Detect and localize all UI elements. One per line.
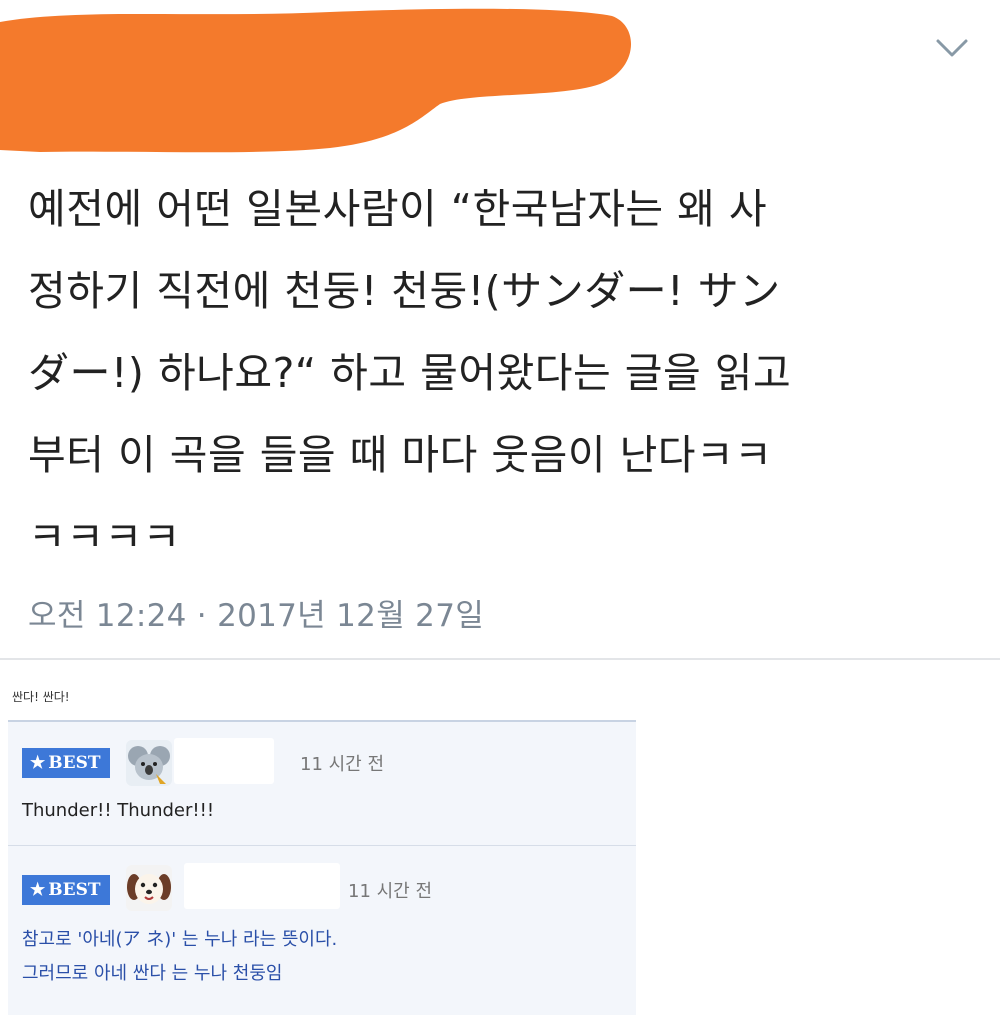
best-badge: ★ BEST <box>22 875 110 905</box>
redaction-scribble <box>0 8 632 153</box>
star-icon: ★ <box>30 753 46 773</box>
best-badge-label: BEST <box>48 753 101 773</box>
star-icon: ★ <box>30 880 46 900</box>
best-badge-label: BEST <box>48 880 101 900</box>
tweet-line: ダー!) 하나요?“ 하고 물어왔다는 글을 읽고 <box>28 349 792 397</box>
comment-item: ★ BEST 11 시간 전 Thunder!! Thunder!!! <box>8 722 636 846</box>
comment-item: ★ BEST 11 시간 전 참고로 '아네(ア ネ)' 는 누나 라는 뜻이다. <box>8 847 636 1015</box>
chevron-down-icon[interactable] <box>932 36 972 60</box>
tweet-card: 예전에 어떤 일본사람이 “한국남자는 왜 사 정하기 직전에 천둥! 천둥!(… <box>0 0 1000 660</box>
tweet-line: 부터 이 곡을 들을 때 마다 웃음이 난다ㅋㅋ <box>28 431 773 479</box>
avatar[interactable] <box>126 865 172 911</box>
comments-caption: 싼다! 싼다! <box>12 690 70 704</box>
comment-line: Thunder!! Thunder!!! <box>22 800 215 821</box>
comment-text: 참고로 '아네(ア ネ)' 는 누나 라는 뜻이다. 그러므로 아네 싼다 는 … <box>22 923 337 991</box>
username-redacted <box>174 738 274 784</box>
comment-time: 11 시간 전 <box>348 881 433 902</box>
comment-text: Thunder!! Thunder!!! <box>22 794 214 828</box>
username-redacted <box>184 863 340 909</box>
comments-section: 싼다! 싼다! ★ BEST 11 시간 전 Thunder!! Thunder… <box>0 662 1000 1015</box>
best-badge: ★ BEST <box>22 748 110 778</box>
tweet-line: 정하기 직전에 천둥! 천둥!(サンダー! サン <box>28 267 781 315</box>
avatar[interactable] <box>126 740 172 786</box>
tweet-line: ㅋㅋㅋㅋ <box>28 513 181 561</box>
comment-line: 참고로 '아네(ア ネ)' 는 누나 라는 뜻이다. <box>22 929 338 950</box>
puppy-avatar-icon <box>126 865 172 911</box>
comment-time: 11 시간 전 <box>300 754 385 775</box>
tweet-line: 예전에 어떤 일본사람이 “한국남자는 왜 사 <box>28 185 768 233</box>
koala-avatar-icon <box>126 740 172 786</box>
comment-list: ★ BEST 11 시간 전 Thunder!! Thunder!!! ★ BE… <box>8 720 636 1015</box>
comment-line: 그러므로 아네 싼다 는 누나 천둥임 <box>22 963 283 984</box>
tweet-text: 예전에 어떤 일본사람이 “한국남자는 왜 사 정하기 직전에 천둥! 천둥!(… <box>28 168 978 578</box>
tweet-timestamp[interactable]: 오전 12:24 · 2017년 12월 27일 <box>28 590 484 635</box>
